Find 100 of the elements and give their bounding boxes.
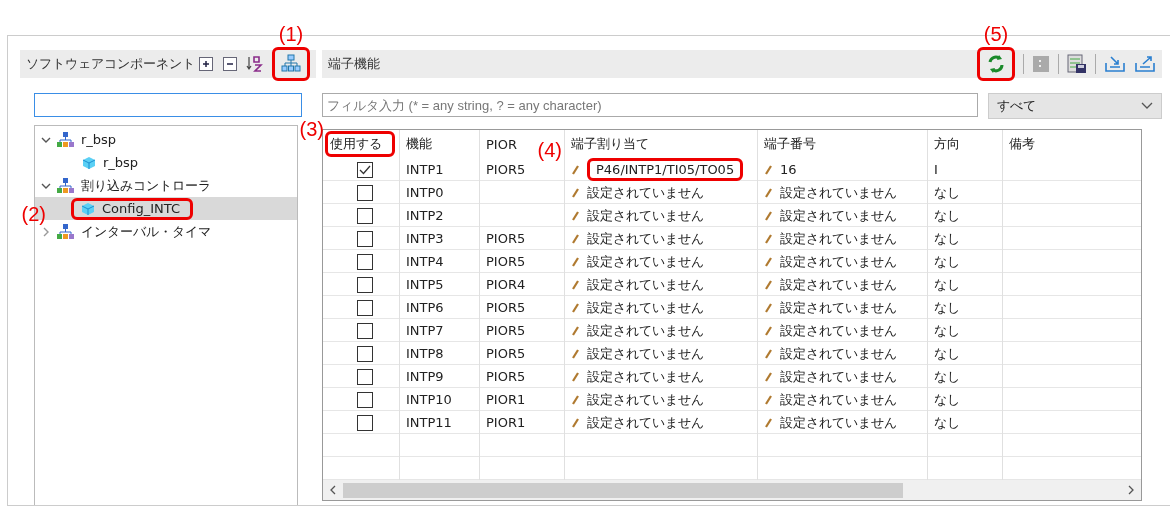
pencil-icon[interactable]: [571, 233, 579, 244]
pencil-icon[interactable]: [571, 325, 579, 336]
column-header[interactable]: 備考: [1009, 135, 1035, 153]
refresh-icon[interactable]: [986, 54, 1006, 74]
table-cell: PIOR5: [486, 254, 526, 269]
horizontal-scrollbar[interactable]: [323, 480, 1141, 500]
pencil-icon[interactable]: [764, 187, 772, 198]
save-icon[interactable]: [1067, 54, 1087, 74]
table-cell: 設定されていません: [780, 229, 897, 248]
table-cell: 設定されていません: [587, 413, 704, 432]
table-cell: PIOR5: [486, 162, 526, 177]
table-cell: PIOR5: [486, 323, 526, 338]
table-cell: INTP10: [406, 392, 452, 407]
pencil-icon[interactable]: [764, 371, 772, 382]
collapse-all-icon[interactable]: [222, 56, 238, 72]
pencil-icon[interactable]: [764, 210, 772, 221]
chevron-right-icon[interactable]: [41, 226, 51, 237]
table-cell: INTP1: [406, 162, 444, 177]
pencil-icon[interactable]: [571, 256, 579, 267]
import-icon[interactable]: [1104, 55, 1126, 73]
tree-item[interactable]: r_bsp: [35, 128, 297, 151]
component-group-icon: [57, 131, 75, 148]
checkbox[interactable]: [356, 391, 373, 408]
cube-icon: [81, 154, 97, 171]
pencil-icon[interactable]: [764, 417, 772, 428]
sort-icon[interactable]: [246, 55, 264, 73]
tree-item[interactable]: 割り込みコントローラ: [35, 174, 297, 197]
checkbox[interactable]: [356, 322, 373, 339]
export-icon[interactable]: [1134, 55, 1156, 73]
pencil-icon[interactable]: [764, 325, 772, 336]
callout-label: (4): [537, 139, 562, 162]
scroll-right-icon[interactable]: [1127, 485, 1135, 495]
pencil-icon[interactable]: [764, 164, 772, 175]
pencil-icon[interactable]: [571, 417, 579, 428]
column-header[interactable]: 方向: [934, 135, 960, 153]
table-cell: 設定されていません: [587, 206, 704, 225]
table-cell: INTP7: [406, 323, 444, 338]
pencil-icon[interactable]: [764, 394, 772, 405]
search-field[interactable]: [34, 93, 302, 117]
pencil-icon[interactable]: [571, 348, 579, 359]
table-cell: INTP8: [406, 346, 444, 361]
scroll-left-icon[interactable]: [329, 485, 337, 495]
component-group-icon: [57, 223, 75, 240]
table-cell: なし: [934, 390, 960, 409]
pencil-icon[interactable]: [571, 187, 579, 198]
table-cell: I: [934, 162, 938, 177]
pencil-icon[interactable]: [764, 233, 772, 244]
checkbox[interactable]: [356, 276, 373, 293]
checkbox[interactable]: [356, 345, 373, 362]
tree-label: インターバル・タイマ: [81, 222, 211, 241]
checkbox[interactable]: [356, 253, 373, 270]
dropdown[interactable]: すべて: [988, 93, 1162, 119]
checkbox[interactable]: [356, 414, 373, 431]
table-cell: 設定されていません: [587, 298, 704, 317]
expand-all-icon[interactable]: [198, 56, 214, 72]
table-cell: 設定されていません: [587, 229, 704, 248]
pencil-icon[interactable]: [571, 279, 579, 290]
filter-field[interactable]: フィルタ入力 (* = any string, ? = any character): [322, 93, 978, 117]
table-cell: INTP4: [406, 254, 444, 269]
table-cell: 設定されていません: [587, 390, 704, 409]
table-cell: なし: [934, 206, 960, 225]
checkbox[interactable]: [356, 207, 373, 224]
table-cell: 設定されていません: [780, 206, 897, 225]
tree-label: 割り込みコントローラ: [81, 176, 211, 195]
table-cell: 設定されていません: [780, 413, 897, 432]
table-cell: なし: [934, 298, 960, 317]
pencil-icon[interactable]: [571, 210, 579, 221]
column-header[interactable]: 端子割り当て: [571, 135, 649, 153]
column-header[interactable]: PIOR: [486, 136, 517, 152]
table-cell: 設定されていません: [780, 321, 897, 340]
hierarchy-icon[interactable]: [281, 54, 301, 74]
component-group-icon: [57, 177, 75, 194]
checkbox[interactable]: [356, 161, 373, 178]
table-cell: PIOR4: [486, 277, 526, 292]
pencil-icon[interactable]: [764, 279, 772, 290]
pencil-icon[interactable]: [571, 302, 579, 313]
checkbox[interactable]: [356, 230, 373, 247]
checkbox[interactable]: [356, 368, 373, 385]
table-cell: 設定されていません: [780, 183, 897, 202]
column-header[interactable]: 端子番号: [764, 135, 816, 153]
table-cell: 設定されていません: [587, 183, 704, 202]
tree-item[interactable]: r_bsp: [35, 151, 297, 174]
checkbox[interactable]: [356, 184, 373, 201]
pencil-icon[interactable]: [571, 371, 579, 382]
pencil-icon[interactable]: [764, 256, 772, 267]
table-cell: なし: [934, 321, 960, 340]
checkbox[interactable]: [356, 299, 373, 316]
table-cell: INTP11: [406, 415, 452, 430]
column-header[interactable]: 機能: [406, 135, 432, 153]
tree-label: r_bsp: [103, 155, 139, 170]
pencil-icon[interactable]: [571, 164, 579, 175]
pencil-icon[interactable]: [571, 394, 579, 405]
table-cell: 設定されていません: [780, 252, 897, 271]
pencil-icon[interactable]: [764, 348, 772, 359]
table-cell: INTP6: [406, 300, 444, 315]
chevron-down-icon: [1141, 102, 1153, 110]
table-cell: 設定されていません: [780, 390, 897, 409]
pencil-icon[interactable]: [764, 302, 772, 313]
table-cell: なし: [934, 252, 960, 271]
column-header[interactable]: 使用する: [330, 135, 382, 153]
